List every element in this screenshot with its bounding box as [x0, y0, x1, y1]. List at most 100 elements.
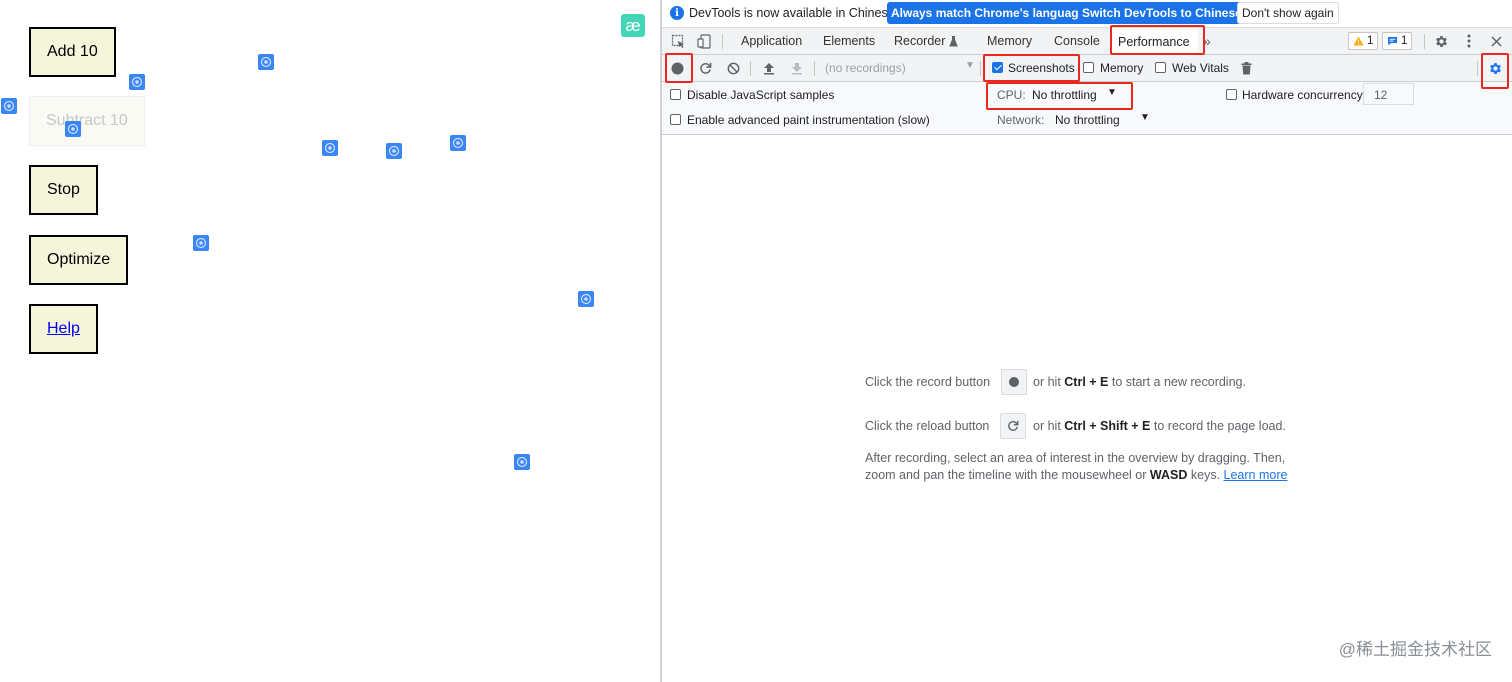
help-link[interactable]: Help [47, 320, 80, 338]
clear-icon [727, 62, 739, 74]
inspect-element-icon[interactable] [669, 32, 687, 50]
chrome-icon [580, 293, 592, 305]
tab-separator [722, 34, 723, 49]
record-icon [671, 62, 683, 74]
clear-button[interactable] [724, 59, 742, 77]
optimize-button[interactable]: Optimize [29, 235, 129, 285]
screenshots-label: Screenshots [1008, 61, 1075, 75]
more-tabs-icon[interactable]: » [1203, 28, 1211, 54]
moving-square [514, 454, 530, 470]
close-devtools-icon[interactable] [1487, 32, 1505, 50]
moving-square [129, 74, 145, 90]
chrome-icon [67, 123, 79, 135]
garbage-collect-button[interactable] [1237, 59, 1255, 77]
toolbar-separator [814, 61, 815, 76]
hardware-concurrency-checkbox[interactable] [1226, 89, 1237, 100]
reload-icon [1008, 420, 1019, 431]
tab-performance[interactable]: Performance [1110, 28, 1198, 55]
load-profile-button[interactable] [760, 59, 778, 77]
recordings-select[interactable]: (no recordings) [825, 61, 906, 75]
cpu-dropdown-icon[interactable]: ▼ [1107, 87, 1117, 98]
demo-page: Add 10 Subtract 10 Stop Optimize Help æ [0, 0, 660, 682]
warnings-badge[interactable]: 1 [1348, 32, 1379, 50]
network-label: Network: [997, 113, 1045, 127]
chrome-icon [3, 100, 15, 112]
stop-button[interactable]: Stop [29, 165, 98, 215]
chrome-icon [324, 142, 336, 154]
message-icon [1388, 37, 1397, 46]
performance-toolbar: (no recordings) ▼ Screenshots Memory Web… [662, 55, 1512, 82]
chrome-icon [388, 145, 400, 157]
trash-icon [1241, 61, 1251, 74]
advanced-paint-checkbox[interactable] [670, 114, 681, 125]
save-profile-button [788, 59, 806, 77]
moving-square [193, 235, 209, 251]
moving-square [386, 143, 402, 159]
capture-settings-gear-icon[interactable] [1486, 59, 1504, 77]
capture-settings-pane: Disable JavaScript samples Enable advanc… [662, 82, 1512, 135]
chrome-icon [260, 56, 272, 68]
memory-label: Memory [1100, 61, 1144, 75]
hardware-concurrency-input[interactable]: 12 [1363, 83, 1414, 105]
flask-icon [949, 35, 958, 46]
chrome-icon [516, 456, 528, 468]
device-toolbar-icon[interactable] [695, 32, 713, 50]
tab-memory[interactable]: Memory [987, 28, 1032, 54]
moving-square [1, 98, 17, 114]
web-vitals-checkbox[interactable] [1155, 62, 1166, 73]
disable-js-samples-checkbox[interactable] [670, 89, 681, 100]
advanced-paint-label: Enable advanced paint instrumentation (s… [687, 113, 930, 127]
infobar-message: DevTools is now available in Chinese! [689, 6, 899, 20]
info-icon: i [670, 6, 684, 20]
screenshots-checkbox[interactable] [992, 62, 1003, 73]
recordings-dropdown-icon[interactable]: ▼ [965, 60, 975, 71]
chrome-icon [195, 237, 207, 249]
help-button[interactable]: Help [29, 304, 98, 354]
network-dropdown-icon[interactable]: ▼ [1140, 112, 1150, 123]
download-icon [792, 62, 802, 74]
reload-record-button[interactable] [696, 59, 714, 77]
more-options-icon[interactable] [1460, 32, 1478, 50]
tab-application[interactable]: Application [741, 28, 802, 54]
tab-elements[interactable]: Elements [823, 28, 875, 54]
ae-logo: æ [621, 14, 645, 37]
dont-show-again-button[interactable]: Don't show again [1237, 2, 1339, 24]
toolbar-separator [750, 61, 751, 76]
devtools-tabbar: Application Elements Recorder Memory Con… [662, 28, 1512, 55]
moving-square [578, 291, 594, 307]
reload-icon [699, 62, 711, 74]
web-vitals-label: Web Vitals [1172, 61, 1229, 75]
subtract-10-button: Subtract 10 [29, 96, 145, 146]
memory-checkbox[interactable] [1083, 62, 1094, 73]
juejin-watermark: @稀土掘金技术社区 [1338, 640, 1492, 659]
always-match-language-button[interactable]: Always match Chrome's language [887, 2, 1090, 24]
switch-to-chinese-button[interactable]: Switch DevTools to Chinese [1078, 2, 1246, 24]
inline-reload-button[interactable] [1000, 413, 1026, 439]
tab-recorder[interactable]: Recorder [894, 28, 958, 54]
record-button[interactable] [668, 59, 686, 77]
cpu-label: CPU: [997, 88, 1026, 102]
upload-icon [764, 62, 774, 74]
disable-js-samples-label: Disable JavaScript samples [687, 88, 835, 102]
moving-square [65, 121, 81, 137]
tab-console[interactable]: Console [1054, 28, 1100, 54]
learn-more-link[interactable]: Learn more [1224, 468, 1288, 482]
warning-icon [1353, 36, 1364, 46]
hardware-concurrency-label: Hardware concurrency [1242, 88, 1363, 102]
cpu-throttling-select[interactable]: No throttling [1032, 88, 1097, 102]
add-10-button[interactable]: Add 10 [29, 27, 116, 77]
settings-gear-icon[interactable] [1432, 32, 1450, 50]
inline-record-button[interactable] [1001, 369, 1027, 395]
tab-separator [1424, 34, 1425, 49]
toolbar-separator [1477, 61, 1478, 76]
toolbar-separator [980, 61, 981, 76]
language-infobar: i DevTools is now available in Chinese! … [662, 0, 1512, 28]
messages-badge[interactable]: 1 [1382, 32, 1413, 50]
network-throttling-select[interactable]: No throttling [1055, 113, 1120, 127]
record-shortcut: Ctrl + E [1064, 375, 1109, 389]
chrome-icon [452, 137, 464, 149]
moving-square [450, 135, 466, 151]
moving-square [258, 54, 274, 70]
reload-shortcut: Ctrl + Shift + E [1064, 419, 1151, 433]
record-icon [1009, 377, 1019, 387]
